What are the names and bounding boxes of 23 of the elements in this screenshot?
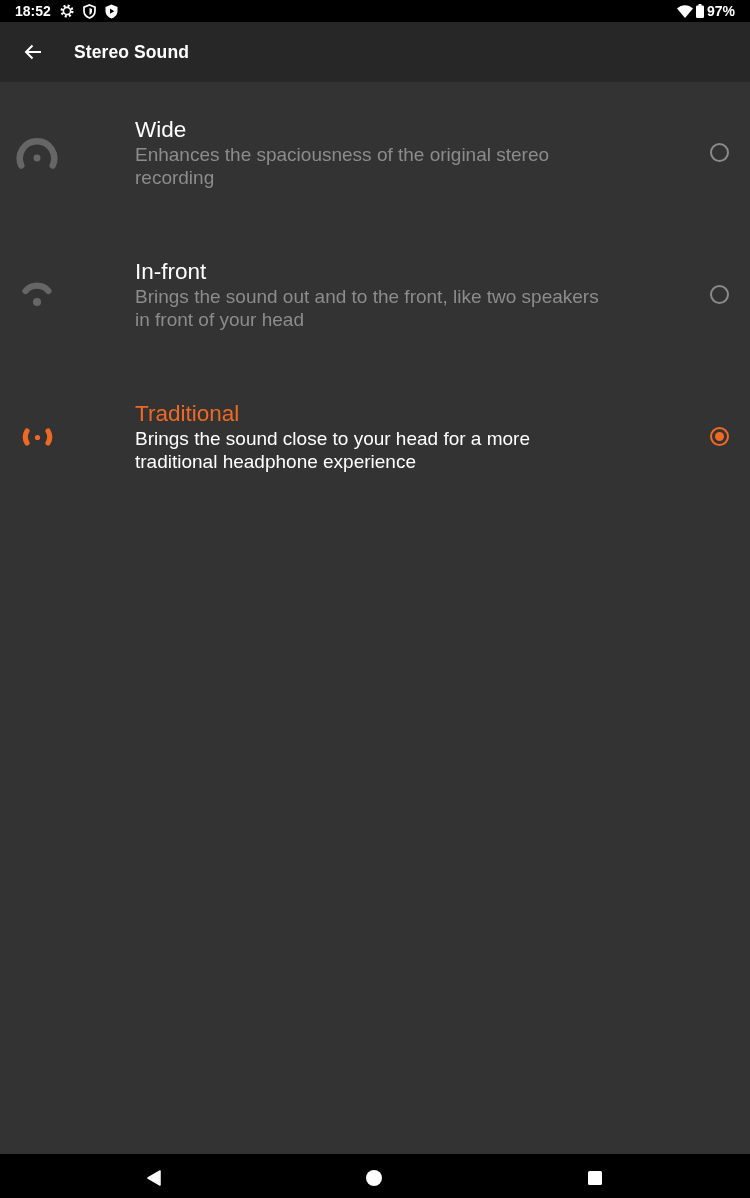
battery-percentage: 97% [706, 3, 735, 19]
shield-outline-icon [82, 3, 96, 19]
option-description: Brings the sound out and to the front, like two speakers in front of your head [135, 285, 600, 331]
screen-title: Stereo Sound [74, 41, 189, 63]
radio-button[interactable] [710, 143, 729, 162]
option-title: Wide [135, 116, 188, 143]
circle-icon [366, 1170, 382, 1186]
wifi-icon [676, 4, 693, 18]
signal-arc-icon [22, 282, 52, 307]
shield-play-icon [104, 3, 118, 19]
radio-button[interactable] [710, 285, 729, 304]
radio-button[interactable] [710, 427, 729, 446]
option-title: Traditional [135, 400, 241, 427]
arrow-left-icon [24, 44, 42, 60]
triangle-left-icon [147, 1170, 161, 1186]
battery-icon [695, 4, 704, 18]
gear-icon [59, 4, 74, 18]
arc-dot-icon [16, 136, 58, 169]
option-description: Brings the sound close to your head for a more traditional headphone experience [135, 427, 531, 473]
option-description: Enhances the spaciousness of the original stereo recording [135, 143, 551, 189]
square-icon [588, 1171, 602, 1185]
clock-time: 18:52 [15, 3, 51, 19]
option-title: In-front [135, 258, 208, 285]
